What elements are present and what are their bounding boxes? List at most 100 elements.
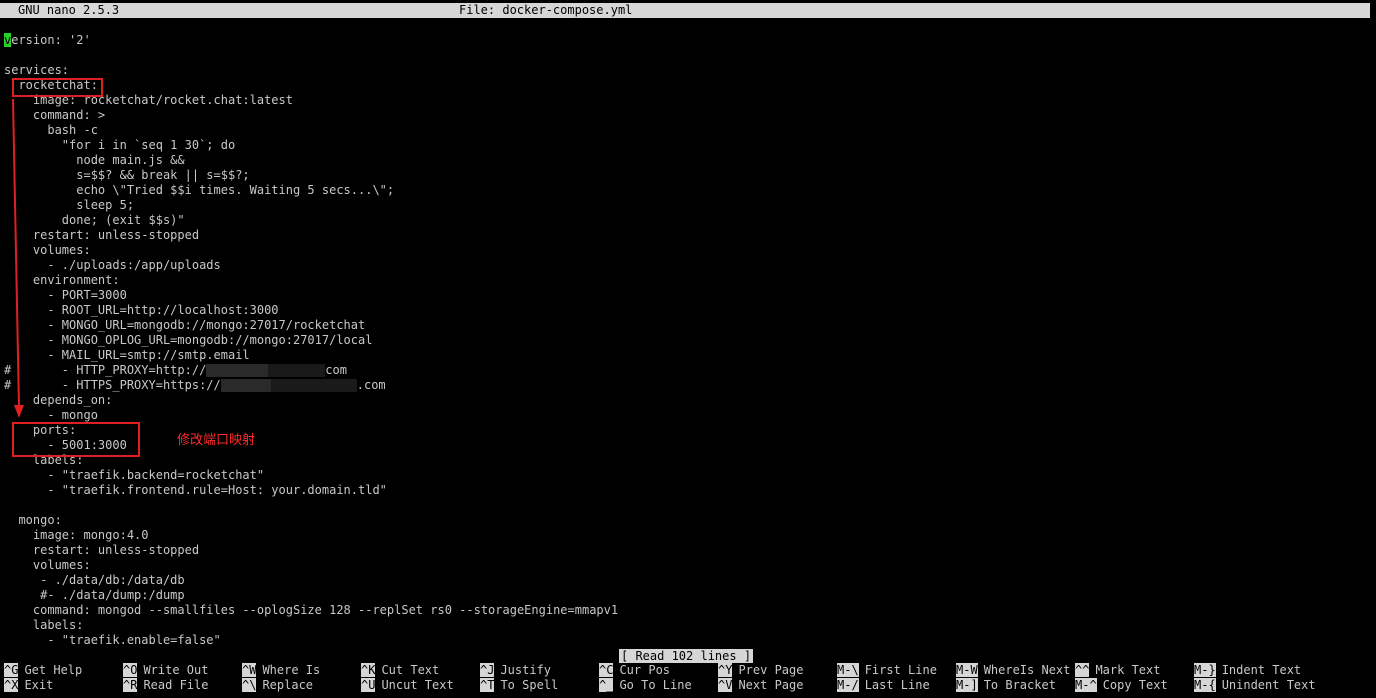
shortcut-cut-text[interactable]: ^K Cut Text (361, 663, 439, 678)
shortcut-key: ^_ (599, 678, 614, 692)
shortcut-write-out[interactable]: ^O Write Out (123, 663, 208, 678)
editor-line: s=$$? && break || s=$$?; (4, 168, 250, 182)
editor-line: - ROOT_URL=http://localhost:3000 (4, 303, 279, 317)
shortcut-to-spell[interactable]: ^T To Spell (480, 678, 558, 693)
editor-line: volumes: (4, 558, 91, 572)
shortcut-go-to-line[interactable]: ^_ Go To Line (599, 678, 692, 693)
shortcut-key: ^W (242, 663, 257, 677)
shortcut-label: Next Page (738, 678, 804, 692)
shortcut-key: ^T (480, 678, 495, 692)
shortcut-key: M-W (956, 663, 978, 677)
shortcut-key: ^G (4, 663, 19, 677)
shortcut-key: ^Y (718, 663, 733, 677)
status-message: [ Read 102 lines ] (619, 649, 754, 663)
shortcut-key: ^U (361, 678, 376, 692)
shortcut-to-bracket[interactable]: M-] To Bracket (956, 678, 1056, 693)
nano-title-bar: GNU nano 2.5.3 File: docker-compose.yml (0, 3, 1370, 18)
shortcut-key: ^C (599, 663, 614, 677)
shortcut-label: To Spell (500, 678, 559, 692)
shortcut-label: Cut Text (381, 663, 440, 677)
editor-line: - MONGO_URL=mongodb://mongo:27017/rocket… (4, 318, 366, 332)
shortcut-key: M-] (956, 678, 978, 692)
editor-line: command: mongod --smallfiles --oplogSize… (4, 603, 619, 617)
editor-line: echo \"Tried $$i times. Waiting 5 secs..… (4, 183, 395, 197)
editor-line: - "traefik.backend=rocketchat" (4, 468, 265, 482)
shortcut-label: Uncut Text (381, 678, 454, 692)
text-editor-area[interactable]: version: '2' services: rocketchat: image:… (4, 33, 618, 648)
shortcut-label: Cur Pos (619, 663, 671, 677)
editor-line: version: '2' (4, 33, 91, 47)
shortcut-get-help[interactable]: ^G Get Help (4, 663, 82, 678)
shortcut-unindent-text[interactable]: M-{ Unindent Text (1194, 678, 1316, 693)
shortcut-label: Write Out (143, 663, 209, 677)
editor-line-redacted: # - HTTP_PROXY=http://com (4, 363, 347, 377)
shortcut-key: ^V (718, 678, 733, 692)
editor-line: mongo: (4, 513, 62, 527)
editor-line: - ./uploads:/app/uploads (4, 258, 221, 272)
shortcut-mark-text[interactable]: ^^ Mark Text (1075, 663, 1160, 678)
file-name: File: docker-compose.yml (459, 3, 633, 17)
down-arrow-icon (12, 98, 24, 418)
shortcut-key: ^O (123, 663, 138, 677)
redacted-region (268, 364, 326, 377)
editor-line: node main.js && (4, 153, 185, 167)
annotation-label: 修改端口映射 (177, 433, 256, 448)
shortcut-cur-pos[interactable]: ^C Cur Pos (599, 663, 670, 678)
editor-line: - "traefik.enable=false" (4, 633, 221, 647)
editor-line: volumes: (4, 243, 91, 257)
shortcut-copy-text[interactable]: M-^ Copy Text (1075, 678, 1168, 693)
editor-line: restart: unless-stopped (4, 228, 200, 242)
shortcut-label: WhereIs Next (983, 663, 1071, 677)
shortcut-key: M-/ (837, 678, 859, 692)
shortcut-key: ^R (123, 678, 138, 692)
shortcut-uncut-text[interactable]: ^U Uncut Text (361, 678, 454, 693)
shortcut-replace[interactable]: ^\ Replace (242, 678, 313, 693)
editor-line: - "traefik.frontend.rule=Host: your.doma… (4, 483, 387, 497)
editor-line: - MONGO_OPLOG_URL=mongodb://mongo:27017/… (4, 333, 373, 347)
shortcut-justify[interactable]: ^J Justify (480, 663, 551, 678)
shortcut-key: ^K (361, 663, 376, 677)
redacted-region (206, 364, 269, 377)
editor-line: labels: (4, 618, 84, 632)
shortcut-next-page[interactable]: ^V Next Page (718, 678, 803, 693)
shortcut-indent-text[interactable]: M-} Indent Text (1194, 663, 1301, 678)
editor-line: image: mongo:4.0 (4, 528, 149, 542)
shortcut-label: Get Help (24, 663, 83, 677)
shortcut-first-line[interactable]: M-\ First Line (837, 663, 937, 678)
shortcut-label: Where Is (262, 663, 321, 677)
shortcut-label: Last Line (864, 678, 930, 692)
shortcut-label: Replace (262, 678, 314, 692)
shortcut-label: Read File (143, 678, 209, 692)
shortcut-whereis-next[interactable]: M-W WhereIs Next (956, 663, 1070, 678)
shortcut-key: M-^ (1075, 678, 1097, 692)
shortcut-where-is[interactable]: ^W Where Is (242, 663, 320, 678)
editor-line: services: (4, 63, 70, 77)
shortcut-label: Unindent Text (1221, 678, 1316, 692)
editor-line-redacted: # - HTTPS_PROXY=https://.com (4, 378, 386, 392)
redacted-region (220, 379, 271, 392)
shortcut-prev-page[interactable]: ^Y Prev Page (718, 663, 803, 678)
shortcut-key: M-} (1194, 663, 1216, 677)
shortcut-label: Go To Line (619, 678, 692, 692)
editor-line: restart: unless-stopped (4, 543, 200, 557)
editor-line: - ./data/db:/data/db (4, 573, 185, 587)
shortcut-key: M-\ (837, 663, 859, 677)
shortcut-key: ^J (480, 663, 495, 677)
editor-line: environment: (4, 273, 120, 287)
editor-line: bash -c (4, 123, 98, 137)
editor-line: depends_on: (4, 393, 113, 407)
shortcut-key: ^^ (1075, 663, 1090, 677)
editor-line: command: > (4, 108, 106, 122)
editor-line: #- ./data/dump:/dump (4, 588, 185, 602)
editor-line: - PORT=3000 (4, 288, 127, 302)
shortcut-label: To Bracket (983, 678, 1056, 692)
shortcut-key: M-{ (1194, 678, 1216, 692)
shortcut-read-file[interactable]: ^R Read File (123, 678, 208, 693)
shortcut-label: Copy Text (1102, 678, 1168, 692)
shortcut-last-line[interactable]: M-/ Last Line (837, 678, 930, 693)
shortcut-key: ^\ (242, 678, 257, 692)
shortcut-label: Exit (24, 678, 54, 692)
shortcut-exit[interactable]: ^X Exit (4, 678, 53, 693)
